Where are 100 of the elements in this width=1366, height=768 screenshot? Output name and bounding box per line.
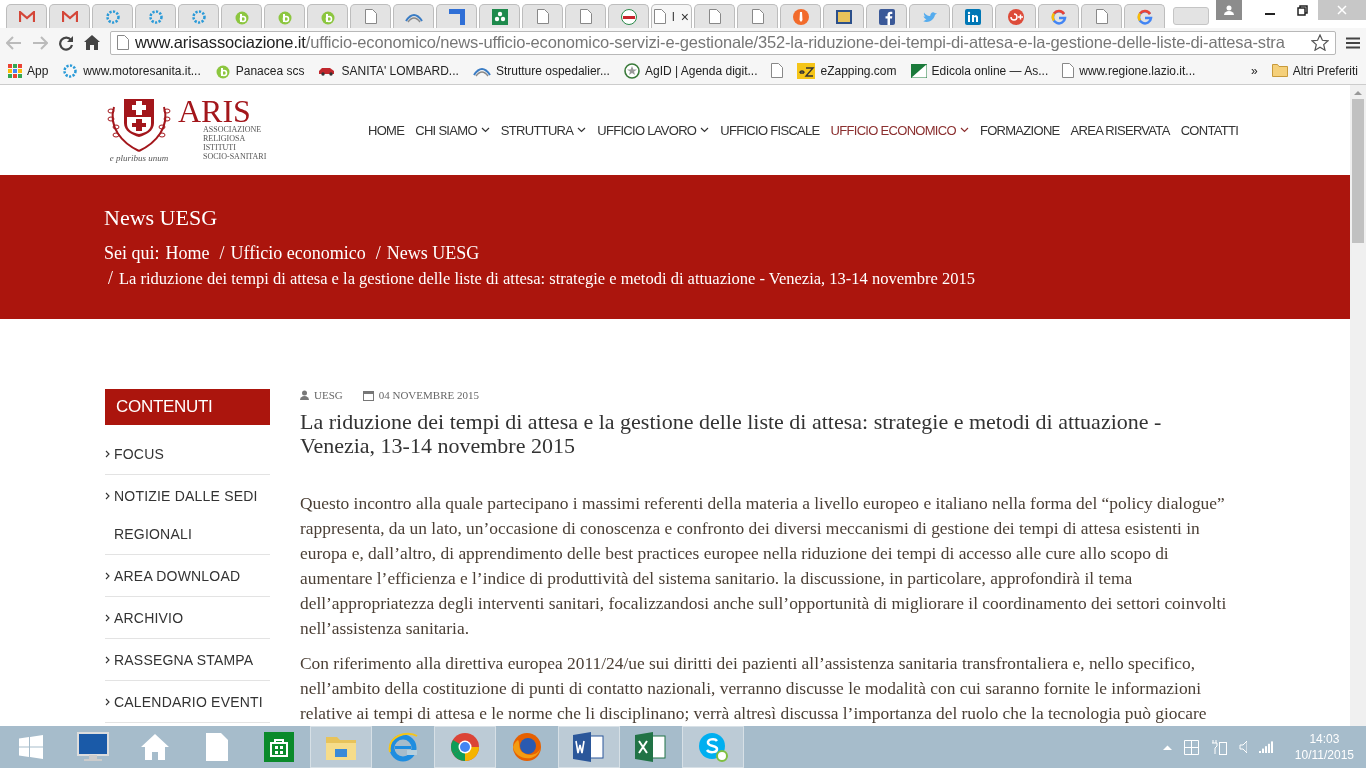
scrollbar-thumb[interactable] (1352, 99, 1364, 243)
bookmark[interactable]: Edicola online — As... (910, 63, 1049, 78)
profile-button[interactable] (1216, 0, 1242, 20)
page-icon (654, 9, 667, 24)
user-icon (300, 390, 309, 400)
sidebar-link[interactable]: ARCHIVIO (105, 597, 270, 639)
nav-link[interactable]: UFFICIO FISCALE (720, 122, 820, 138)
fox-globe-icon[interactable] (512, 732, 542, 762)
browser-tab[interactable] (393, 4, 434, 28)
home-icon[interactable] (84, 35, 100, 50)
flag-icon (910, 63, 927, 78)
browser-tab[interactable] (565, 4, 606, 28)
nav-link[interactable]: HOME (368, 122, 405, 138)
page-icon (579, 9, 592, 24)
signal-bars-icon[interactable] (1258, 741, 1275, 753)
sidebar-heading: CONTENUTI (105, 389, 270, 425)
browser-tab[interactable] (1038, 4, 1079, 28)
article-title: La riduzione dei tempi di attesa e la gestione delle liste di attesa: strategie e metodi di attuazione - Venezia, 13-14 novembre 2015 (300, 410, 1163, 458)
windows-logo-icon[interactable] (1183, 739, 1199, 755)
battery-plug-icon[interactable] (1210, 739, 1227, 755)
excel-logo-icon[interactable] (635, 732, 667, 762)
browser-tab[interactable] (522, 4, 563, 28)
nav-link[interactable]: CONTATTI (1180, 122, 1239, 138)
minimize-icon (1265, 13, 1275, 15)
gear-icon (190, 8, 207, 25)
browser-tab[interactable] (436, 4, 477, 28)
windows-logo-icon[interactable] (19, 735, 43, 759)
logo-motto: e pluribus unum (109, 153, 169, 163)
e-letter-icon[interactable] (387, 732, 419, 762)
flower-icon (491, 8, 508, 25)
plus-circle-icon (1007, 8, 1024, 25)
browser-tab[interactable] (1081, 4, 1122, 28)
browser-tab[interactable]: l × (651, 4, 692, 28)
star-icon[interactable] (1311, 34, 1329, 51)
browser-tab[interactable] (823, 4, 864, 28)
browser-tab[interactable] (952, 4, 993, 28)
sidebar-link[interactable]: AREA DOWNLOAD (105, 555, 270, 597)
article-paragraph: Con riferimento alla direttiva europea 2011/24/ue sui diritti dei pazienti all’assistenza sanitaria transfrontaliera e, nello specifico, nell’ambito della costituzione di punti di contatto nazionali, verranno discusse le modalità con cui saranno fornite le informazioni relative ai tempi di attesa e le norme che li disciplinano; verrà altresì discussa l’importanza del ruolo che la tecnologia può giocare (300, 652, 1208, 725)
s-bubble-icon[interactable] (697, 732, 729, 762)
browser-tab[interactable] (1124, 4, 1165, 28)
browser-tab[interactable] (694, 4, 735, 28)
g-letter-icon (1050, 8, 1067, 25)
logo-subtitle: SOCIO-SANITARI (203, 152, 267, 161)
document-icon[interactable] (206, 733, 228, 761)
browser-tab[interactable] (350, 4, 391, 28)
browser-tab[interactable] (6, 4, 47, 28)
sidebar-link[interactable]: FOCUS (105, 435, 270, 475)
house-icon[interactable] (140, 733, 170, 761)
bookmark[interactable] (771, 63, 784, 78)
browser-tab[interactable] (866, 4, 907, 28)
bookmark[interactable]: www.motoresanita.it... (62, 62, 201, 79)
bookmark[interactable]: AgID | Agenda digit... (623, 62, 758, 79)
sidebar-link[interactable]: NOTIZIE DALLE SEDI REGIONALI (105, 475, 270, 555)
nav-link[interactable]: CHI SIAMO (415, 122, 490, 138)
browser-tab[interactable] (49, 4, 90, 28)
chevron-right-icon (105, 698, 110, 706)
address-bar[interactable]: www.arisassociazione.it/ufficio-economico/news-ufficio-economico-servizi-e-gestionale/352-la-riduzione-dei-tempi-di-attesa-e-la-gestione-delle-liste-di-attesa-stra (110, 30, 1336, 55)
scroll-up-icon[interactable] (1354, 90, 1362, 95)
speaker-icon[interactable] (1238, 740, 1247, 754)
close-icon (1337, 5, 1347, 15)
nav-link[interactable]: AREA RISERVATA (1070, 122, 1170, 138)
nav-link[interactable]: UFFICIO ECONOMICO (830, 122, 969, 138)
page-icon (536, 9, 549, 24)
nav-link[interactable]: STRUTTURA (500, 122, 587, 138)
sidebar-link[interactable]: RASSEGNA STAMPA (105, 639, 270, 681)
bookmark[interactable]: www.regione.lazio.it... (1062, 63, 1196, 78)
apps-grid-icon (8, 63, 22, 78)
scrollbar[interactable] (1350, 85, 1366, 726)
in-square-icon (964, 8, 981, 25)
close-tab-button[interactable]: × (680, 8, 689, 25)
breadcrumb-link[interactable]: Home (165, 241, 210, 266)
shopping-bag-icon[interactable] (264, 732, 294, 762)
breadcrumb-link[interactable]: Ufficio economico (230, 241, 366, 266)
bookmark[interactable]: eZapping.com (797, 62, 897, 79)
sidebar-link[interactable]: CALENDARIO EVENTI (105, 681, 270, 723)
chrome-logo-icon[interactable] (450, 732, 480, 762)
menu-icon[interactable] (1346, 36, 1360, 49)
browser-tab[interactable] (479, 4, 520, 28)
bookmark[interactable]: App (8, 63, 49, 78)
browser-tab[interactable] (737, 4, 778, 28)
bookmark[interactable]: Panacea scs (214, 62, 305, 79)
bookmark-folder[interactable]: Altri Preferiti (1271, 63, 1358, 78)
back-icon[interactable] (6, 35, 22, 50)
forward-icon[interactable] (32, 35, 48, 50)
more-bookmarks-button[interactable]: » (1250, 63, 1258, 78)
browser-tab[interactable] (995, 4, 1036, 28)
reload-icon[interactable] (58, 34, 74, 51)
tie-icon (792, 8, 809, 25)
chevron-up-icon[interactable] (1162, 744, 1172, 750)
breadcrumb-link[interactable]: News UESG (386, 241, 480, 266)
word-logo-icon[interactable] (573, 732, 605, 762)
monitor-icon[interactable] (77, 732, 109, 762)
g-letter-icon (1136, 8, 1153, 25)
browser-tab[interactable] (780, 4, 821, 28)
bookmark[interactable]: Strutture ospedalier... (472, 63, 610, 78)
nav-link[interactable]: FORMAZIONE (979, 122, 1060, 138)
gear-icon (62, 62, 79, 79)
browser-tab[interactable] (608, 4, 649, 28)
bookmark[interactable]: SANITA' LOMBARD... (318, 63, 459, 78)
nav-link[interactable]: UFFICIO LAVORO (597, 122, 710, 138)
